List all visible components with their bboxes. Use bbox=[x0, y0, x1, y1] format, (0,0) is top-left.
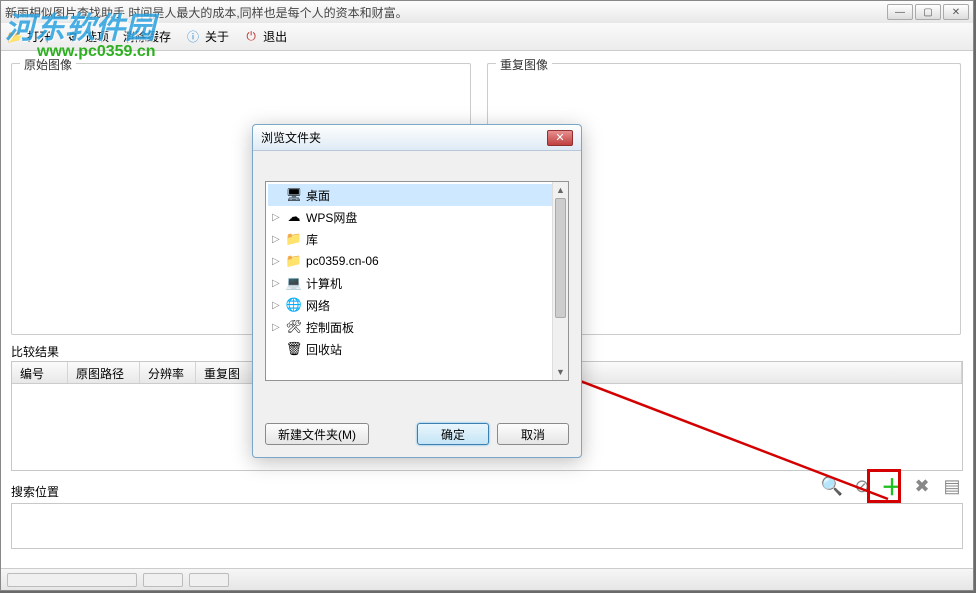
dialog-close-button[interactable]: ✕ bbox=[547, 130, 573, 146]
tree-item[interactable]: ▷ ☁WPS网盘 bbox=[268, 206, 566, 228]
search-location-label: 搜索位置 bbox=[11, 483, 59, 500]
window-title: 新雨相似图片查找助手 时间是人最大的成本,同样也是每个人的资本和财富。 bbox=[5, 4, 887, 21]
tree-item-label: 计算机 bbox=[306, 275, 342, 292]
tree-item-label: pc0359.cn-06 bbox=[306, 254, 379, 268]
close-button[interactable]: ✕ bbox=[943, 4, 969, 20]
status-cell-3 bbox=[189, 573, 229, 587]
tree-item-label: 桌面 bbox=[306, 187, 330, 204]
toolbar: 📂打开 ⚙选项 清除缓存 ⓘ关于 ⏻退出 bbox=[1, 23, 973, 51]
dialog-title: 浏览文件夹 bbox=[261, 129, 547, 146]
tree-item-label: WPS网盘 bbox=[306, 209, 357, 226]
about-button[interactable]: ⓘ关于 bbox=[185, 28, 229, 45]
tree-item[interactable]: ▷ 🌐网络 bbox=[268, 294, 566, 316]
new-folder-button[interactable]: 新建文件夹(M) bbox=[265, 423, 369, 445]
tree-item-label: 库 bbox=[306, 231, 318, 248]
titlebar[interactable]: 新雨相似图片查找助手 时间是人最大的成本,同样也是每个人的资本和财富。 — ▢ … bbox=[1, 1, 973, 23]
scrollbar-thumb[interactable] bbox=[555, 198, 566, 318]
minimize-button[interactable]: — bbox=[887, 4, 913, 20]
browse-folder-dialog: 浏览文件夹 ✕ 🖥桌面 ▷ ☁WPS网盘 ▷ 📁库 ▷ 📁 pc0359.cn-06 ▷ 💻计算机… bbox=[252, 124, 582, 458]
expand-arrow-icon[interactable]: ▷ bbox=[272, 234, 282, 245]
clear-cache-button[interactable]: 清除缓存 bbox=[123, 28, 171, 45]
col-resolution[interactable]: 分辨率 bbox=[140, 362, 196, 383]
folder-tree[interactable]: 🖥桌面 ▷ ☁WPS网盘 ▷ 📁库 ▷ 📁 pc0359.cn-06 ▷ 💻计算机 ▷ 🌐网络 ▷ 🛠控制… bbox=[265, 181, 569, 381]
expand-arrow-icon[interactable]: ▷ bbox=[272, 300, 282, 311]
dialog-titlebar[interactable]: 浏览文件夹 ✕ bbox=[253, 125, 581, 151]
info-icon: ⓘ bbox=[185, 29, 201, 45]
status-cell-1 bbox=[7, 573, 137, 587]
options-button[interactable]: ⚙选项 bbox=[65, 28, 109, 45]
zoom-icon[interactable]: 🔍 bbox=[821, 475, 843, 497]
folder-icon: ☁ bbox=[286, 209, 302, 225]
tree-item[interactable]: ▷ 🛠控制面板 bbox=[268, 316, 566, 338]
folder-icon: 💻 bbox=[286, 275, 302, 291]
exit-icon: ⏻ bbox=[243, 29, 259, 45]
exit-button[interactable]: ⏻退出 bbox=[243, 28, 287, 45]
expand-arrow-icon[interactable]: ▷ bbox=[272, 278, 282, 289]
compare-results-label: 比较结果 bbox=[11, 343, 59, 360]
annotation-highlight bbox=[867, 469, 901, 503]
remove-location-button[interactable]: ✖ bbox=[911, 475, 933, 497]
original-image-label: 原始图像 bbox=[20, 56, 76, 73]
ok-button[interactable]: 确定 bbox=[417, 423, 489, 445]
folder-icon: 🗑 bbox=[286, 341, 302, 357]
tree-item[interactable]: ▷ 📁库 bbox=[268, 228, 566, 250]
folder-icon: 🌐 bbox=[286, 297, 302, 313]
expand-arrow-icon[interactable]: ▷ bbox=[272, 256, 282, 267]
tree-item[interactable]: 🗑回收站 bbox=[268, 338, 566, 360]
folder-icon: 📁 bbox=[286, 253, 302, 269]
tree-scrollbar[interactable]: ▲ ▼ bbox=[552, 182, 568, 380]
tree-item-label: 回收站 bbox=[306, 341, 342, 358]
statusbar bbox=[1, 568, 973, 590]
folder-icon: 📁 bbox=[286, 231, 302, 247]
maximize-button[interactable]: ▢ bbox=[915, 4, 941, 20]
folder-icon: 🖥 bbox=[286, 187, 302, 203]
status-cell-2 bbox=[143, 573, 183, 587]
tree-item[interactable]: 🖥桌面 bbox=[268, 184, 566, 206]
folder-open-icon: 📂 bbox=[7, 29, 23, 45]
search-location-list[interactable] bbox=[11, 503, 963, 549]
expand-arrow-icon[interactable]: ▷ bbox=[272, 212, 282, 223]
open-button[interactable]: 📂打开 bbox=[7, 28, 51, 45]
duplicate-image-label: 重复图像 bbox=[496, 56, 552, 73]
scroll-down-icon[interactable]: ▼ bbox=[553, 364, 568, 380]
tree-item-label: 网络 bbox=[306, 297, 330, 314]
expand-arrow-icon[interactable]: ▷ bbox=[272, 322, 282, 333]
gear-icon: ⚙ bbox=[65, 29, 81, 45]
col-id[interactable]: 编号 bbox=[12, 362, 68, 383]
tree-item-label: 控制面板 bbox=[306, 319, 354, 336]
col-src-path[interactable]: 原图路径 bbox=[68, 362, 140, 383]
list-icon[interactable]: ▤ bbox=[941, 475, 963, 497]
tree-item[interactable]: ▷ 💻计算机 bbox=[268, 272, 566, 294]
cancel-button[interactable]: 取消 bbox=[497, 423, 569, 445]
tree-item[interactable]: ▷ 📁 pc0359.cn-06 bbox=[268, 250, 566, 272]
folder-icon: 🛠 bbox=[286, 319, 302, 335]
scroll-up-icon[interactable]: ▲ bbox=[553, 182, 568, 198]
